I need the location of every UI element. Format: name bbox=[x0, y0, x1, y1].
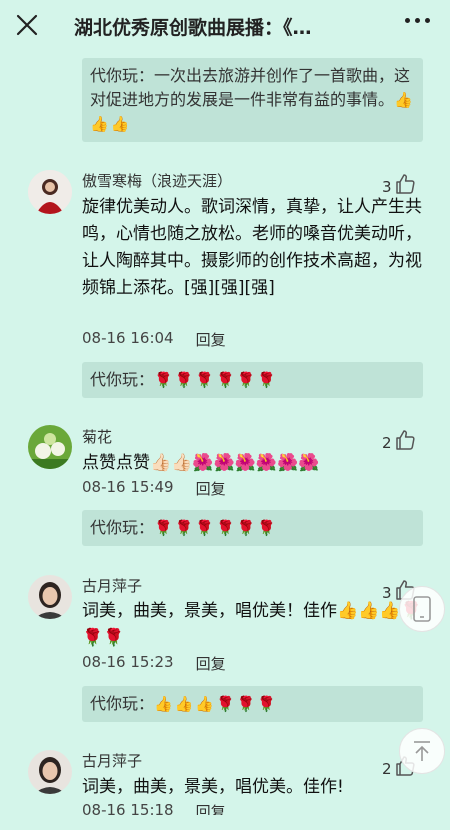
reply-emoji: 🌹🌹🌹🌹🌹🌹 bbox=[154, 519, 279, 537]
reply-box: 代你玩：👍👍👍🌹🌹🌹 bbox=[82, 686, 423, 722]
avatar[interactable] bbox=[28, 425, 72, 469]
phone-view-button[interactable] bbox=[399, 586, 445, 632]
commenter-name[interactable]: 傲雪寒梅（浪迹天涯） bbox=[82, 170, 232, 191]
reply-button[interactable]: 回复 bbox=[196, 653, 226, 674]
reply-emoji: 👍👍👍🌹🌹🌹 bbox=[154, 695, 279, 713]
comment-text: 旋律优美动人。歌词深情，真挚，让人产生共鸣，心情也随之放松。老师的嗓音优美动听，… bbox=[82, 197, 422, 298]
back-to-top-button[interactable] bbox=[399, 728, 445, 774]
avatar[interactable] bbox=[28, 750, 72, 794]
phone-icon bbox=[413, 596, 431, 622]
reply-button[interactable]: 回复 bbox=[196, 478, 226, 499]
comment-text: 词美，曲美，景美，唱优美。佳作! bbox=[82, 777, 344, 797]
close-icon[interactable] bbox=[14, 12, 40, 38]
commenter-name[interactable]: 菊花 bbox=[82, 426, 112, 447]
thumbs-up-icon bbox=[395, 430, 415, 450]
comment-text: 点赞点赞👍🏻👍🏻🌺🌺🌺🌺🌺🌺 bbox=[82, 453, 320, 473]
commenter-name[interactable]: 古月萍子 bbox=[82, 575, 142, 596]
comment-meta: 08-16 16:04 回复 bbox=[82, 329, 226, 350]
reply-box: 代你玩：🌹🌹🌹🌹🌹🌹 bbox=[82, 362, 423, 398]
commenter-name[interactable]: 古月萍子 bbox=[82, 750, 142, 771]
page-title: 湖北优秀原创歌曲展播：《… bbox=[74, 17, 312, 39]
comment-text: 词美，曲美，景美，唱优美！佳作👍👍👍🌹🌹🌹 bbox=[82, 601, 422, 648]
like-button[interactable]: 3 bbox=[382, 172, 417, 196]
reply-author[interactable]: 代你玩： bbox=[90, 694, 154, 713]
comment-time: 08-16 15:23 bbox=[82, 653, 174, 671]
reply-emoji: 🌹🌹🌹🌹🌹🌹 bbox=[154, 371, 279, 389]
more-icon[interactable] bbox=[405, 18, 430, 23]
thumbs-up-icon bbox=[395, 174, 415, 194]
bottom-bar bbox=[0, 815, 450, 830]
arrow-up-icon bbox=[414, 741, 430, 761]
comment-meta: 08-16 15:23 回复 bbox=[82, 653, 226, 674]
reply-box: 代你玩：🌹🌹🌹🌹🌹🌹 bbox=[82, 510, 423, 546]
avatar[interactable] bbox=[28, 170, 72, 214]
reply-box: 代你玩：一次出去旅游并创作了一首歌曲，这对促进地方的发展是一件非常有益的事情。👍… bbox=[82, 58, 423, 142]
comment-time: 08-16 15:49 bbox=[82, 478, 174, 496]
top-bar: 湖北优秀原创歌曲展播：《… bbox=[0, 0, 450, 52]
reply-author[interactable]: 代你玩： bbox=[90, 370, 154, 389]
reply-author[interactable]: 代你玩： bbox=[90, 66, 154, 85]
comment-time: 08-16 16:04 bbox=[82, 329, 174, 347]
reply-author[interactable]: 代你玩： bbox=[90, 518, 154, 537]
avatar[interactable] bbox=[28, 575, 72, 619]
like-button[interactable]: 2 bbox=[382, 428, 417, 452]
comment-meta: 08-16 15:49 回复 bbox=[82, 478, 226, 499]
reply-button[interactable]: 回复 bbox=[196, 329, 226, 350]
